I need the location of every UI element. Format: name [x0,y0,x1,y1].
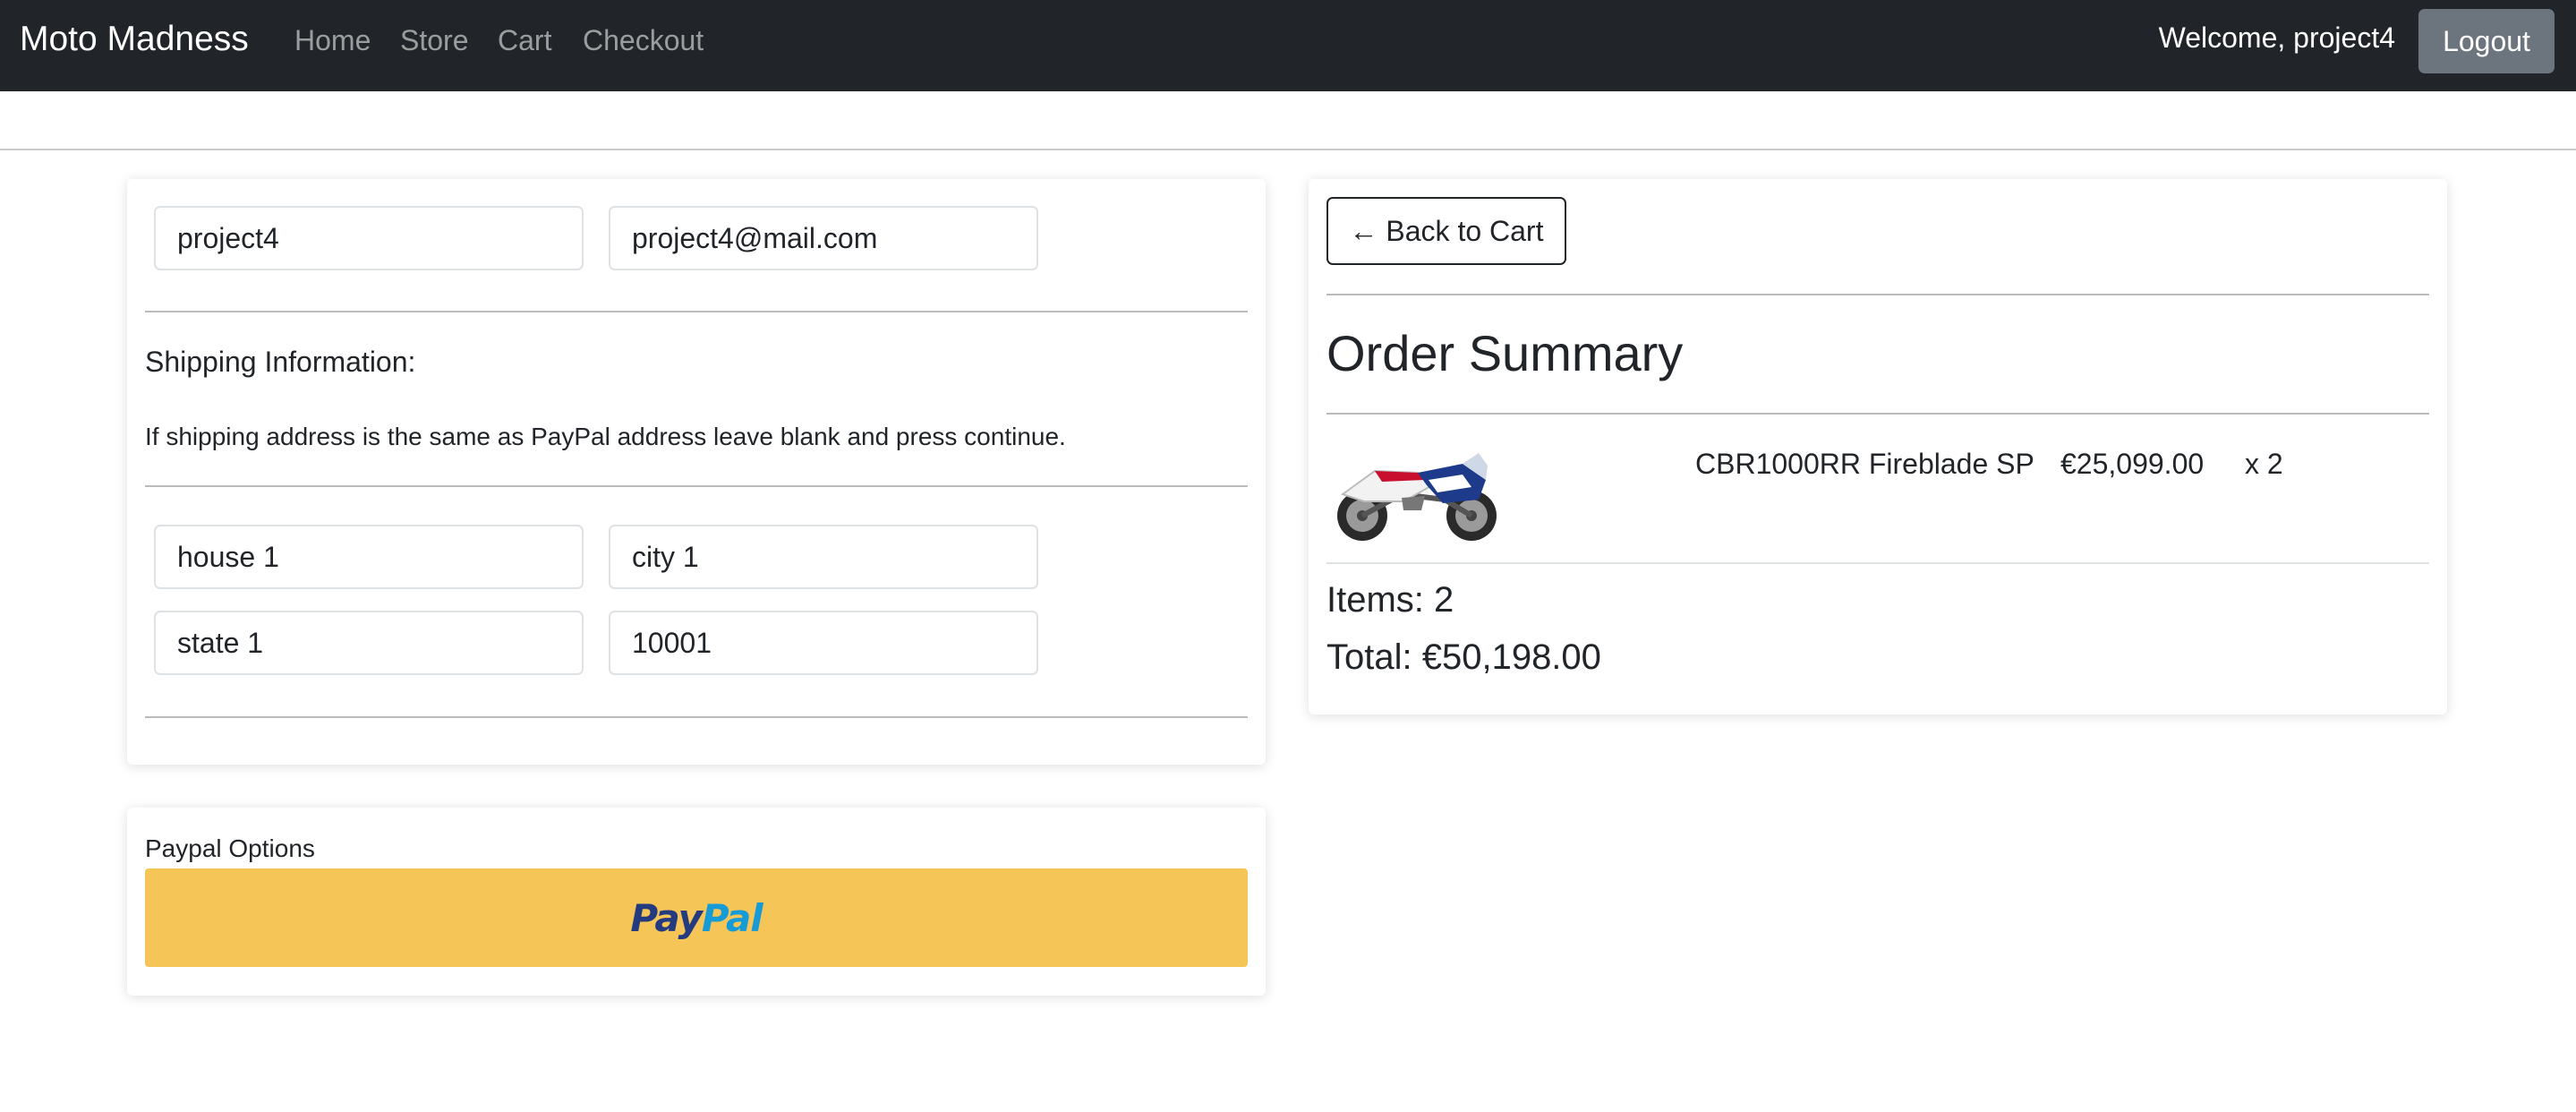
item-price: €25,099.00 [2060,448,2205,480]
form-divider-3 [145,716,1248,718]
city-field[interactable] [609,525,1038,589]
address-field[interactable] [154,525,584,589]
item-row-divider [1326,562,2429,564]
summary-divider-2 [1326,413,2429,415]
order-total: Total: €50,198.00 [1326,637,1601,677]
paypal-logo: PayPal [630,895,763,940]
logout-button[interactable]: Logout [2418,9,2555,73]
paypal-logo-pal: Pal [701,895,763,940]
summary-divider-1 [1326,294,2429,295]
nav-link-store[interactable]: Store [400,24,468,57]
paypal-options-label: Paypal Options [145,834,315,862]
shipping-note: If shipping address is the same as PayPa… [145,423,1066,450]
brand-logo[interactable]: Moto Madness [20,20,249,59]
welcome-text: Welcome, project4 [2158,21,2395,54]
nav-link-checkout[interactable]: Checkout [583,24,704,57]
motorcycle-image [1337,453,1497,541]
form-divider-2 [145,485,1248,487]
item-quantity: x 2 [2245,448,2283,480]
state-field[interactable] [154,611,584,675]
name-field[interactable] [154,206,584,270]
paypal-logo-pay: Pay [630,895,703,940]
email-field[interactable] [609,206,1038,270]
item-name: CBR1000RR Fireblade SP [1695,448,2034,480]
form-divider-1 [145,311,1248,312]
paypal-button[interactable]: PayPal [145,868,1248,967]
order-summary-title: Order Summary [1326,325,1684,381]
navbar: Moto Madness Home Store Cart Checkout We… [0,0,2576,91]
items-count: Items: 2 [1326,580,1454,620]
page-divider [0,149,2576,150]
nav-link-home[interactable]: Home [294,24,371,57]
shipping-heading: Shipping Information: [145,346,416,378]
nav-link-cart[interactable]: Cart [498,24,551,57]
zipcode-field[interactable] [609,611,1038,675]
back-to-cart-button[interactable]: ← Back to Cart [1326,197,1566,265]
